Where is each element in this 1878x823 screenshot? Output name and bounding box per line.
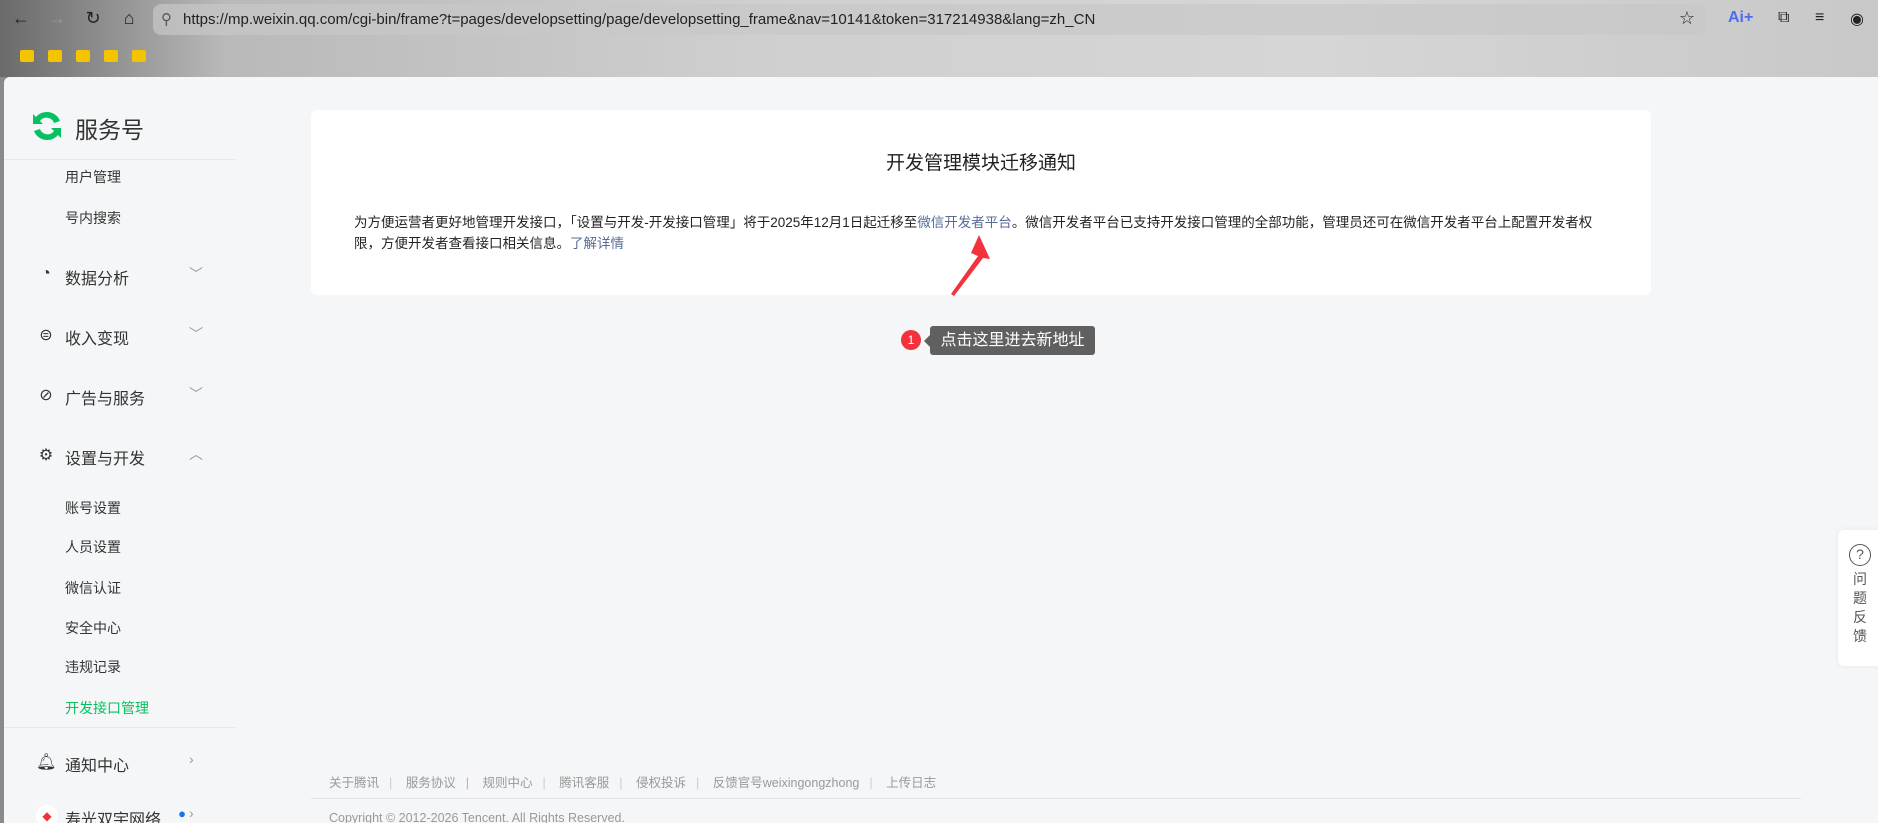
- account-name: 寿光双宇网络...: [65, 812, 175, 823]
- group-label: 广告与服务: [65, 391, 146, 408]
- bookmark-star-icon[interactable]: ☆: [1679, 8, 1695, 29]
- sidebar-item-member-settings[interactable]: 人员设置: [65, 537, 121, 557]
- chevron-down-icon: ﹀: [189, 386, 203, 402]
- back-icon[interactable]: ←: [8, 8, 34, 29]
- account-switcher[interactable]: ◆ 寿光双宇网络... ● ›: [4, 801, 236, 823]
- profile-icon[interactable]: ◉: [1850, 9, 1864, 29]
- annotation-arrow: [951, 235, 990, 296]
- question-icon: ?: [1849, 544, 1871, 566]
- footer-divider: [311, 798, 1801, 799]
- annotation-number-badge: 1: [901, 330, 921, 350]
- sidebar-group-settings[interactable]: ⚙ 设置与开发 ︿: [4, 440, 236, 470]
- annotation-tooltip: 点击这里进去新地址: [924, 326, 1095, 355]
- address-bar[interactable]: ⚲ https://mp.weixin.qq.com/cgi-bin/frame…: [153, 4, 1707, 35]
- gear-icon: ⚙: [38, 447, 54, 464]
- chevron-right-icon: ›: [189, 805, 194, 821]
- sidebar-group-ads[interactable]: ⊘ 广告与服务 ﹀: [4, 380, 236, 410]
- footer-link[interactable]: 上传日志: [886, 776, 936, 790]
- forward-icon[interactable]: →: [44, 8, 70, 29]
- footer-link[interactable]: 服务协议: [406, 776, 456, 790]
- bookmark-folder-icon[interactable]: [76, 50, 90, 62]
- bookmark-folder-icon[interactable]: [132, 50, 146, 62]
- home-icon[interactable]: ⌂: [116, 8, 142, 29]
- divider: [4, 727, 236, 728]
- footer-link[interactable]: 关于腾讯: [329, 776, 379, 790]
- copyright: Copyright © 2012-2026 Tencent. All Right…: [329, 811, 625, 823]
- footer-link[interactable]: 规则中心: [483, 776, 533, 790]
- sidebar-item-security[interactable]: 安全中心: [65, 618, 121, 638]
- footer-link[interactable]: 侵权投诉: [636, 776, 686, 790]
- feedback-button[interactable]: ? 问题反馈: [1838, 530, 1878, 666]
- avatar: ◆: [36, 805, 58, 823]
- extensions-icon[interactable]: ⧉: [1778, 9, 1789, 27]
- bookmark-folder-icon[interactable]: [48, 50, 62, 62]
- sidebar-item-verification[interactable]: 微信认证: [65, 578, 121, 598]
- reload-icon[interactable]: ↻: [80, 8, 106, 29]
- sidebar-item-violations[interactable]: 违规记录: [65, 657, 121, 677]
- bell-icon: 🔔︎: [36, 754, 57, 771]
- sidebar-item-notifications[interactable]: 🔔︎ 通知中心 ›: [4, 747, 236, 777]
- reading-list-icon[interactable]: ≡: [1815, 9, 1824, 27]
- sidebar-item-dev-api[interactable]: 开发接口管理: [65, 698, 149, 718]
- compass-icon: ⊘: [39, 387, 53, 404]
- footer-links: 关于腾讯 | 服务协议 | 规则中心 | 腾讯客服 | 侵权投诉 | 反馈官号weixin…: [329, 776, 937, 790]
- notify-label: 通知中心: [65, 758, 130, 775]
- footer-link[interactable]: 腾讯客服: [559, 776, 609, 790]
- group-label: 设置与开发: [65, 451, 146, 468]
- chevron-up-icon: ︿: [189, 446, 203, 462]
- chevron-right-icon: ›: [189, 751, 194, 767]
- ai-button[interactable]: Ai+: [1728, 9, 1753, 27]
- feedback-label: 问题反馈: [1853, 571, 1867, 644]
- footer-link[interactable]: 反馈官号weixingongzhong: [713, 776, 860, 790]
- bookmark-folder-icon[interactable]: [104, 50, 118, 62]
- bookmark-folder-icon[interactable]: [20, 50, 34, 62]
- sidebar-item-account-settings[interactable]: 账号设置: [65, 498, 121, 518]
- page: 服务号 用户管理 号内搜索 ◔ 数据分析 ﹀ ⊜ 收入变现 ﹀ ⊘ 广告与服务 …: [4, 77, 1878, 823]
- url-text[interactable]: https://mp.weixin.qq.com/cgi-bin/frame?t…: [183, 11, 1095, 28]
- browser-chrome: ← → ↻ ⌂ ⚲ https://mp.weixin.qq.com/cgi-b…: [0, 0, 1878, 77]
- search-icon: ⚲: [161, 11, 172, 28]
